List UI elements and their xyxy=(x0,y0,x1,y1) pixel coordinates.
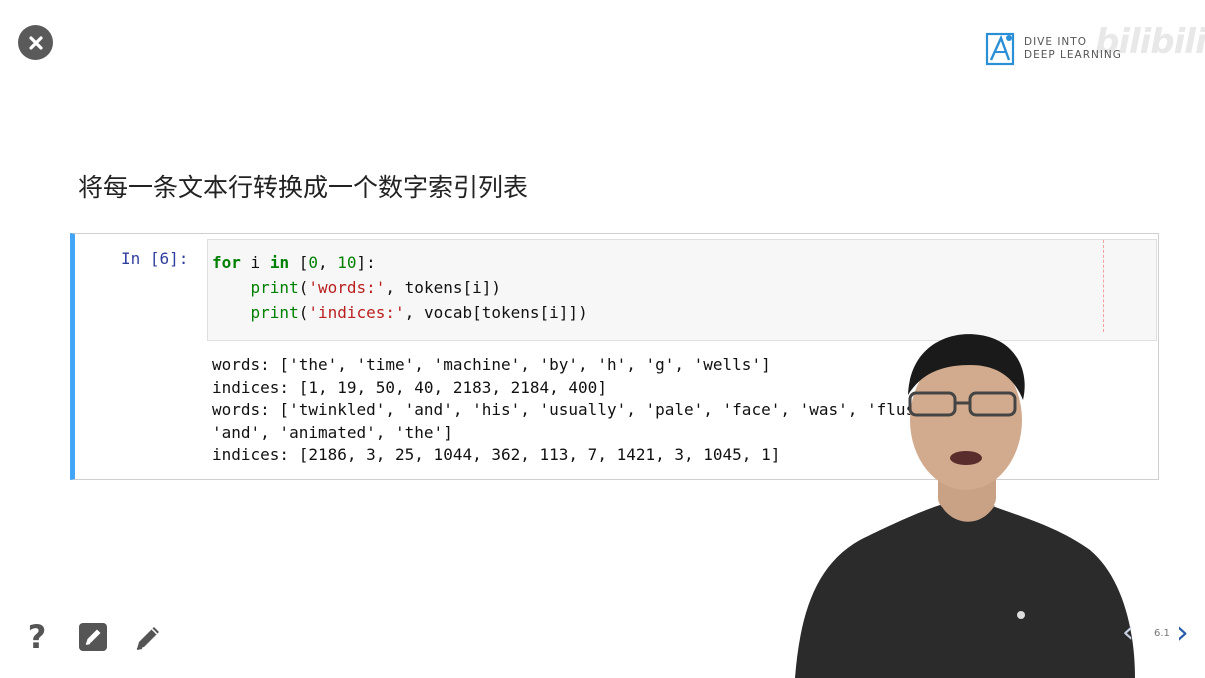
line-length-ruler xyxy=(1103,240,1104,332)
code-number-0: 0 xyxy=(308,253,318,272)
close-button[interactable] xyxy=(18,25,53,60)
next-slide-button[interactable]: › xyxy=(1176,613,1189,651)
slide-title: 将每一条文本行转换成一个数字索引列表 xyxy=(78,173,529,202)
code-string-words: 'words:' xyxy=(308,278,386,297)
code-string-indices: 'indices:' xyxy=(308,303,405,322)
chevron-left-icon: ‹ xyxy=(1122,615,1134,650)
code-list-sep: , xyxy=(317,253,338,272)
slide-number: 6.1 xyxy=(1154,628,1170,639)
d2l-logo: DIVE INTO DEEP LEARNING xyxy=(985,30,1122,68)
previous-slide-button[interactable]: ‹ xyxy=(1122,615,1134,650)
slide-page: bilibili DIVE INTO DEEP LEARNING 将每一条文本行… xyxy=(0,0,1205,678)
code-paren-1: ( xyxy=(298,278,309,297)
logo-line-1: DIVE INTO xyxy=(1024,36,1087,48)
close-icon xyxy=(28,35,43,50)
code-keyword-for: for xyxy=(212,253,241,272)
edit-box-button[interactable] xyxy=(76,620,110,654)
code-block: for i in [0, 10]: print('words:', tokens… xyxy=(212,250,588,325)
presenter-video xyxy=(795,334,1135,678)
help-icon: ? xyxy=(27,618,47,656)
code-paren-2: ( xyxy=(298,303,309,322)
code-args-1: , tokens[i]) xyxy=(385,278,501,297)
code-loop-var: i xyxy=(240,253,270,272)
pencil-icon xyxy=(136,627,159,650)
cell-prompt: In [6]: xyxy=(121,249,189,268)
bottom-toolbar: ? xyxy=(20,618,188,656)
output-line: 'and', 'animated', 'the'] xyxy=(212,422,453,442)
edit-box-icon xyxy=(79,623,107,651)
output-line: words: ['the', 'time', 'machine', 'by', … xyxy=(212,355,771,374)
output-line: indices: [1, 19, 50, 40, 2183, 2184, 400… xyxy=(212,377,607,397)
pencil-button[interactable] xyxy=(132,620,166,654)
code-list-open: [ xyxy=(289,253,309,272)
output-line: indices: [2186, 3, 25, 1044, 362, 113, 7… xyxy=(212,445,781,465)
chevron-right-icon: › xyxy=(1176,613,1189,651)
logo-text: DIVE INTO DEEP LEARNING xyxy=(1024,36,1122,62)
help-button[interactable]: ? xyxy=(20,618,54,656)
code-keyword-in: in xyxy=(269,253,290,272)
logo-icon xyxy=(985,32,1015,66)
code-number-10: 10 xyxy=(337,253,357,272)
code-args-2: , vocab[tokens[i]]) xyxy=(404,303,588,322)
code-list-close: ]: xyxy=(356,253,376,272)
code-print-2: print xyxy=(250,303,299,322)
logo-line-2: DEEP LEARNING xyxy=(1024,49,1122,61)
code-print-1: print xyxy=(250,278,299,297)
